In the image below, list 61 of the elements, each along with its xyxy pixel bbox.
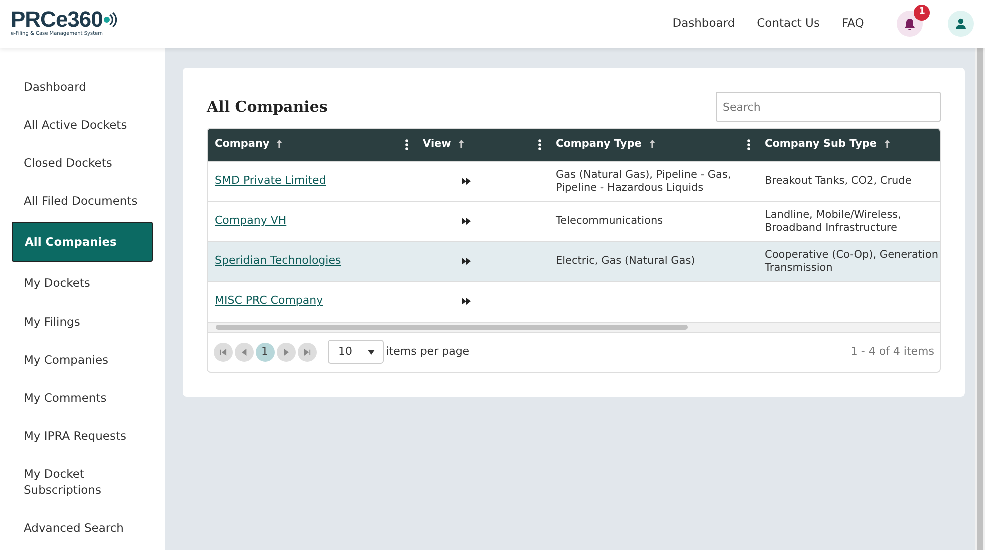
sidebar-item[interactable]: My Filings xyxy=(12,302,153,341)
skip-forward-icon xyxy=(304,348,310,356)
page-title: All Companies xyxy=(207,96,328,118)
table-cell: Cooperative (Co-Op), Generation xyxy=(765,249,939,262)
table-cell: Gas (Natural Gas), Pipeline - Gas, Pipeline - Hazardous Liquids xyxy=(556,169,732,194)
table-cell: Electric, Gas (Natural Gas) xyxy=(556,255,696,268)
pager-summary: 1 - 4 of 4 items xyxy=(850,344,934,360)
sidebar-item[interactable]: My IPRA Requests xyxy=(12,416,153,455)
sidebar-item[interactable]: My Docket Subscriptions xyxy=(12,454,153,510)
search-field[interactable]: Search xyxy=(716,92,941,122)
column-menu-icon[interactable] xyxy=(747,138,751,151)
column-menu-icon[interactable] xyxy=(405,138,409,151)
caret-icon xyxy=(368,350,374,354)
horizontal-scrollbar[interactable] xyxy=(208,322,940,332)
notification-count: 1 xyxy=(914,5,930,21)
nav-link[interactable]: Contact Us xyxy=(757,15,820,33)
table-cell: Breakout Tanks, CO2, Crude xyxy=(765,175,912,188)
company-link[interactable]: MISC PRC Company xyxy=(215,294,324,308)
company-link[interactable]: Company VH xyxy=(215,214,287,228)
sort-arrow-icon xyxy=(648,140,656,148)
table-cell: Transmission xyxy=(765,262,833,274)
page-size-select[interactable]: 10 xyxy=(328,340,384,364)
table-cell: Landline, Mobile/Wireless, Broadband Infrastructure xyxy=(765,209,902,234)
sidebar-item[interactable]: Advanced Search xyxy=(12,509,153,548)
signal-icon xyxy=(102,11,117,30)
sidebar-item[interactable]: My Companies xyxy=(12,340,153,379)
sidebar-item[interactable]: All Active Dockets xyxy=(12,106,153,144)
page-size-label: items per page xyxy=(386,344,470,360)
vertical-scrollbar[interactable] xyxy=(975,48,985,550)
column-header[interactable]: View xyxy=(423,136,466,153)
nav-link[interactable]: Dashboard xyxy=(672,15,736,33)
sort-arrow-icon xyxy=(458,140,466,148)
bell-icon xyxy=(904,18,916,30)
last-page-button[interactable] xyxy=(298,342,316,362)
prev-page-button[interactable] xyxy=(234,342,254,362)
sidebar-item[interactable]: Closed Dockets xyxy=(12,144,153,182)
left-triangle-icon xyxy=(240,348,248,356)
first-page-button[interactable] xyxy=(214,342,232,362)
next-page-button[interactable] xyxy=(276,342,296,362)
page-number-button[interactable]: 1 xyxy=(256,342,274,362)
sidebar-item[interactable]: My Comments xyxy=(12,378,153,417)
right-triangle-icon xyxy=(282,348,290,356)
fast-forward-icon[interactable] xyxy=(462,218,470,226)
column-menu-icon[interactable] xyxy=(538,138,542,151)
fast-forward-icon[interactable] xyxy=(462,298,470,306)
sort-arrow-icon xyxy=(884,140,891,148)
column-header[interactable]: Company xyxy=(215,136,284,153)
sidebar-item[interactable]: Dashboard xyxy=(12,68,153,106)
nav-link[interactable]: FAQ xyxy=(842,15,864,33)
sidebar-item[interactable]: My Dockets xyxy=(12,264,153,303)
sidebar-item[interactable]: All Filed Documents xyxy=(12,182,153,220)
company-link[interactable]: SMD Private Limited xyxy=(215,174,326,188)
sidebar-item[interactable]: All Companies xyxy=(12,222,153,262)
skip-back-icon xyxy=(220,348,226,356)
fast-forward-icon[interactable] xyxy=(462,258,470,266)
sort-arrow-icon xyxy=(276,140,284,148)
user-button[interactable] xyxy=(948,11,974,37)
user-icon xyxy=(955,18,967,30)
fast-forward-icon[interactable] xyxy=(462,178,470,186)
logo: PRCe360 xyxy=(11,9,117,32)
table-cell: Telecommunications xyxy=(556,215,664,228)
